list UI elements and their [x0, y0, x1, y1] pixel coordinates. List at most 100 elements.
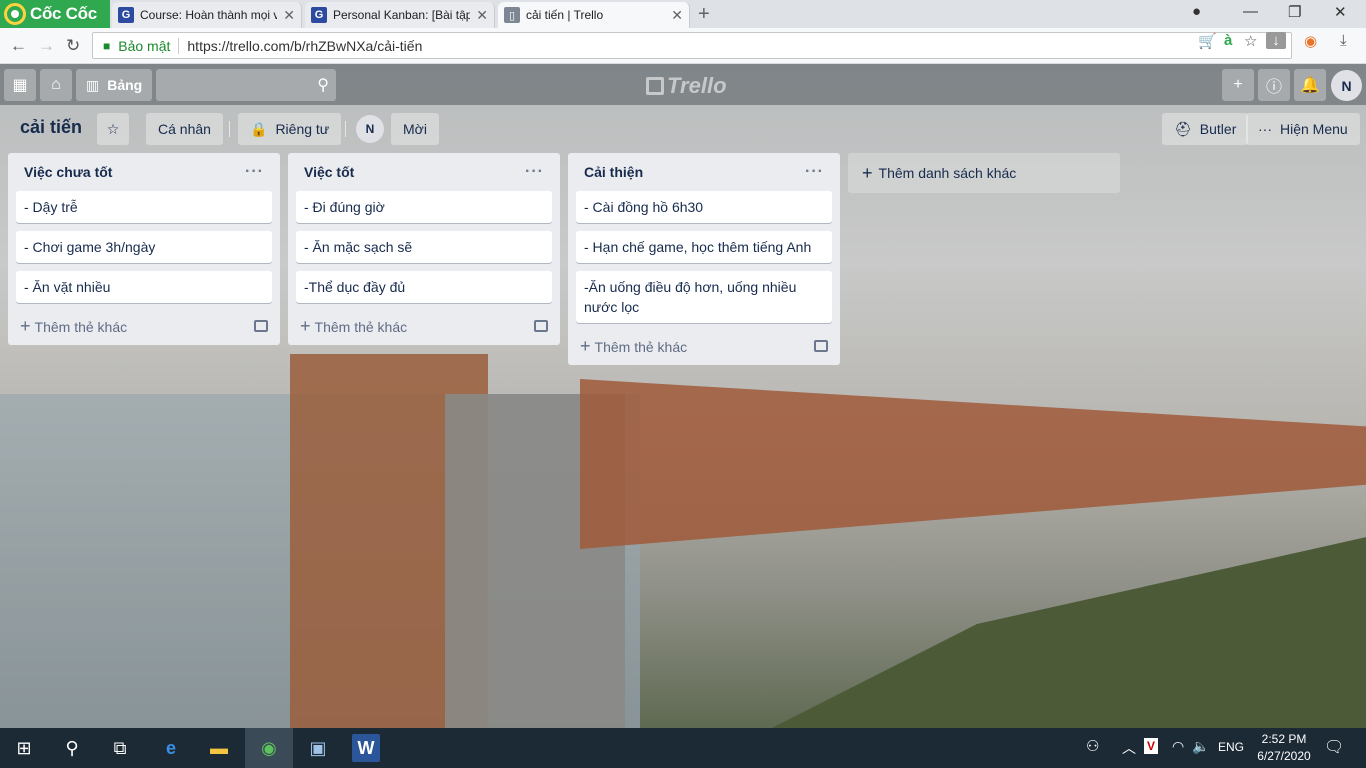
lock-icon: 🔒 — [250, 120, 268, 137]
minimize-icon[interactable]: — — [1243, 3, 1258, 20]
add-list-button[interactable]: + Thêm danh sách khác — [848, 153, 1120, 193]
plus-icon: + — [300, 315, 311, 336]
address-bar[interactable]: ■ Bảo mật https://trello.com/b/rhZBwNXa/… — [92, 32, 1292, 59]
visibility-button[interactable]: 🔒 Riêng tư — [238, 113, 342, 145]
list-title[interactable]: Việc chưa tốt — [24, 164, 112, 180]
card-template-icon[interactable] — [534, 320, 548, 332]
card[interactable]: - Cài đồng hồ 6h30 — [576, 191, 832, 223]
search-input[interactable]: ⚲ — [156, 69, 336, 101]
team-button[interactable]: Cá nhân — [146, 113, 223, 145]
card-template-icon[interactable] — [814, 340, 828, 352]
board-member-avatar[interactable]: N — [356, 115, 384, 143]
plus-icon: + — [862, 162, 873, 183]
volume-icon[interactable]: 🔈 — [1192, 738, 1209, 755]
add-list-label: Thêm danh sách khác — [878, 165, 1017, 181]
people-icon[interactable]: ⚇ — [1086, 737, 1099, 755]
info-icon[interactable]: ⓘ — [1258, 69, 1290, 101]
board-title[interactable]: cải tiến — [20, 117, 82, 138]
board-header: cải tiến ☆ Cá nhân 🔒 Riêng tư N Mời ⛑ Bu… — [0, 113, 1366, 145]
add-card-button[interactable]: + Thêm thẻ khác — [296, 307, 552, 345]
trello-logo[interactable]: Trello — [646, 73, 727, 99]
download-page-icon[interactable]: ↓ — [1266, 32, 1286, 49]
close-tab-icon[interactable]: ✕ — [671, 7, 683, 24]
trello-logo-icon — [646, 77, 664, 95]
trello-header: ▦ ⌂ ▥ Bảng ⚲ Trello + ⓘ 🔔 N — [0, 64, 1366, 105]
new-tab-plus-icon[interactable]: + — [698, 3, 710, 26]
card[interactable]: - Đi đúng giờ — [296, 191, 552, 223]
profile-icon[interactable]: ● — [1192, 3, 1201, 20]
add-card-label: Thêm thẻ khác — [34, 318, 128, 335]
cart-icon[interactable]: 🛒 — [1198, 32, 1217, 50]
list-cai-thien: Cải thiện ··· - Cài đồng hồ 6h30 - Hạn c… — [568, 153, 840, 365]
trello-favicon-icon: ▯ — [504, 7, 520, 23]
show-menu-button[interactable]: ··· Hiện Menu — [1246, 113, 1360, 145]
notifications-icon[interactable]: 🗨 — [1324, 737, 1344, 757]
input-language[interactable]: ENG — [1218, 740, 1244, 754]
vietnamese-input-icon[interactable]: à — [1224, 32, 1232, 49]
windows-taskbar: ⊞ ⚲ ⧉ e ▬ ◉ ▣ W ⚇ ︿ V ◠ 🔈 ENG 2:52 PM 6/… — [0, 728, 1366, 768]
list-header[interactable]: Việc tốt ··· — [296, 153, 552, 191]
list-menu-icon[interactable]: ··· — [525, 163, 544, 181]
trello-board: ▦ ⌂ ▥ Bảng ⚲ Trello + ⓘ 🔔 N cải tiến ☆ C… — [0, 64, 1366, 728]
user-avatar[interactable]: N — [1331, 70, 1362, 101]
invite-button[interactable]: Mời — [391, 113, 439, 145]
close-tab-icon[interactable]: ✕ — [283, 7, 295, 24]
close-tab-icon[interactable]: ✕ — [476, 7, 488, 24]
remote-desktop-icon[interactable]: ▣ — [304, 734, 332, 762]
notification-bell-icon[interactable]: 🔔 — [1294, 69, 1326, 101]
star-bookmark-icon[interactable]: ☆ — [1244, 32, 1257, 50]
list-header[interactable]: Việc chưa tốt ··· — [16, 153, 272, 191]
card[interactable]: - Ăn vặt nhiều — [16, 271, 272, 303]
reload-icon[interactable]: ↻ — [66, 36, 80, 56]
list-title[interactable]: Việc tốt — [304, 164, 354, 180]
wifi-icon[interactable]: ◠ — [1172, 738, 1184, 755]
butler-icon: ⛑ — [1174, 120, 1192, 137]
edge-icon[interactable]: e — [157, 734, 185, 762]
add-card-label: Thêm thẻ khác — [594, 338, 688, 355]
tab-personal-kanban[interactable]: G Personal Kanban: [Bài tập] ✕ — [305, 2, 495, 28]
list-title[interactable]: Cải thiện — [584, 164, 643, 180]
back-arrow-icon[interactable]: ← — [10, 36, 27, 56]
forward-arrow-icon[interactable]: → — [38, 36, 55, 56]
apps-grid-icon[interactable]: ▦ — [4, 69, 36, 101]
list-menu-icon[interactable]: ··· — [805, 163, 824, 181]
task-view-icon[interactable]: ⧉ — [106, 734, 134, 762]
header-divider — [229, 121, 230, 137]
coccoc-extension-icon[interactable]: ◉ — [1304, 32, 1317, 50]
taskbar-clock[interactable]: 2:52 PM 6/27/2020 — [1252, 731, 1316, 765]
butler-button[interactable]: ⛑ Butler — [1162, 113, 1249, 145]
windows-start-icon[interactable]: ⊞ — [10, 734, 38, 762]
list-header[interactable]: Cải thiện ··· — [576, 153, 832, 191]
add-card-button[interactable]: + Thêm thẻ khác — [16, 307, 272, 345]
downloads-icon[interactable]: ⤓ — [1340, 32, 1347, 49]
coccoc-taskbar-icon[interactable]: ◉ — [255, 734, 283, 762]
tab-trello[interactable]: ▯ cải tiến | Trello ✕ — [498, 2, 690, 28]
show-hidden-icons-icon[interactable]: ︿ — [1122, 738, 1136, 758]
menu-label: Hiện Menu — [1280, 121, 1348, 137]
card-template-icon[interactable] — [254, 320, 268, 332]
word-icon[interactable]: W — [352, 734, 380, 762]
boards-button[interactable]: ▥ Bảng — [76, 69, 153, 101]
header-divider — [345, 121, 346, 137]
card[interactable]: -Thể dục đầy đủ — [296, 271, 552, 303]
list-menu-icon[interactable]: ··· — [245, 163, 264, 181]
background-bridge-deck — [580, 379, 1366, 549]
home-icon[interactable]: ⌂ — [40, 69, 72, 101]
card[interactable]: - Dậy trễ — [16, 191, 272, 223]
boards-icon: ▥ — [86, 76, 100, 93]
unikey-icon[interactable]: V — [1144, 738, 1159, 754]
card[interactable]: -Ăn uống điều độ hơn, uống nhiều nước lọ… — [576, 271, 832, 323]
search-icon[interactable]: ⚲ — [58, 734, 86, 762]
create-plus-icon[interactable]: + — [1222, 69, 1254, 101]
file-explorer-icon[interactable]: ▬ — [205, 734, 233, 762]
restore-icon[interactable]: ❐ — [1288, 3, 1301, 21]
add-card-button[interactable]: + Thêm thẻ khác — [576, 327, 832, 365]
card[interactable]: - Chơi game 3h/ngày — [16, 231, 272, 263]
coccoc-menu-button[interactable]: Cốc Cốc — [0, 0, 110, 28]
secure-label: Bảo mật — [118, 37, 171, 54]
card[interactable]: - Hạn chế game, học thêm tiếng Anh — [576, 231, 832, 263]
star-board-button[interactable]: ☆ — [97, 113, 129, 145]
card[interactable]: - Ăn mặc sạch sẽ — [296, 231, 552, 263]
close-window-icon[interactable]: ✕ — [1334, 3, 1347, 21]
tab-course[interactable]: G Course: Hoàn thành mọi v ✕ — [112, 2, 302, 28]
